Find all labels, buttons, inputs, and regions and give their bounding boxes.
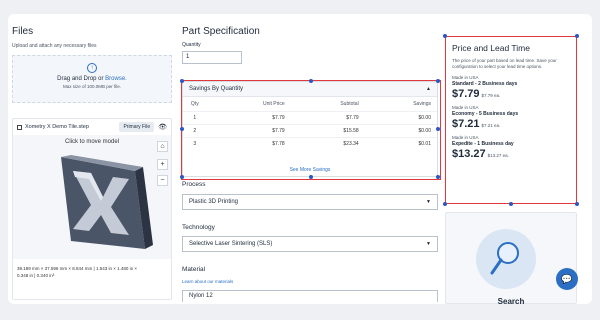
- files-subtitle: Upload and attach any necessary files: [12, 43, 97, 49]
- made-in-label: Made in USA: [452, 135, 479, 140]
- col-subtotal: Subtotal: [340, 100, 359, 107]
- magnifier-icon: [490, 242, 519, 275]
- made-in-label: Made in USA: [452, 105, 479, 110]
- selection-handle[interactable]: [443, 34, 447, 38]
- home-icon[interactable]: ⌂: [157, 141, 168, 152]
- browse-link[interactable]: Browse.: [105, 76, 127, 82]
- material-label: Material: [182, 266, 206, 273]
- savings-table: Qty Unit Price Subtotal Savings 1 $7.79 …: [183, 97, 437, 150]
- made-in-label: Made in USA: [452, 75, 479, 80]
- cell: 2: [183, 123, 207, 137]
- cell: $0.00: [364, 110, 437, 124]
- chevron-down-icon: ▼: [426, 199, 431, 205]
- technology-select[interactable]: Selective Laser Sintering (SLS) ▼: [182, 236, 438, 252]
- lead-option-expedite[interactable]: Made in USA Expedite - 1 Business day $1…: [452, 135, 570, 160]
- price-amount: $7.21: [452, 118, 480, 130]
- dims-line-1: 39.189 mm × 37.596 mm × 8.844 mm | 1.543…: [17, 266, 137, 271]
- technology-label: Technology: [182, 224, 215, 231]
- price-each: $7.21 ea.: [481, 123, 501, 128]
- price-title: Price and Lead Time: [452, 43, 530, 53]
- savings-dropdown[interactable]: Savings By Quantity ▲: [183, 82, 437, 97]
- cell: $7.79: [206, 123, 291, 137]
- chat-icon[interactable]: 💬: [556, 268, 578, 290]
- material-value: Nylon 12: [189, 293, 213, 299]
- upload-icon: ↑: [87, 63, 97, 73]
- max-size-text: Max size of 100.0MB per file.: [62, 84, 122, 89]
- cell: $7.79: [206, 110, 291, 124]
- price-each: $13.27 ea.: [487, 153, 509, 158]
- table-row: 1 $7.79 $7.79 $0.00: [183, 110, 437, 124]
- selection-handle[interactable]: [436, 175, 440, 179]
- dims-line-2: 0.348 in | 0.340 in³: [17, 273, 55, 278]
- lead-option-standard[interactable]: Made in USA Standard - 2 Business days $…: [452, 75, 570, 100]
- file-drop-zone[interactable]: ↑ Drag and Drop or Browse. Max size of 1…: [12, 55, 172, 103]
- part-spec-panel: Part Specification Quantity 1 Savings By…: [176, 26, 441, 306]
- viewer-hint: Click to move model: [64, 139, 120, 145]
- price-description: The price of your part based on lead tim…: [452, 58, 557, 69]
- chevron-down-icon: ▼: [426, 241, 431, 247]
- spec-title: Part Specification: [182, 26, 260, 37]
- cell: $7.79: [290, 110, 365, 124]
- selection-handle[interactable]: [436, 127, 440, 131]
- lead-option-economy[interactable]: Made in USA Economy - 5 Business days $7…: [452, 105, 570, 130]
- process-value: Plastic 3D Printing: [189, 199, 239, 205]
- search-card: Search: [445, 212, 577, 306]
- drop-text: Drag and Drop or: [57, 76, 104, 82]
- selection-handle[interactable]: [309, 79, 313, 83]
- process-label: Process: [182, 181, 206, 188]
- selection-handle[interactable]: [575, 34, 579, 38]
- file-card-header: Xometry X Demo Tile.step Primary File 👁: [13, 119, 171, 135]
- file-card: Xometry X Demo Tile.step Primary File 👁 …: [12, 118, 172, 300]
- material-select[interactable]: Nylon 12: [182, 290, 438, 302]
- model-viewer[interactable]: Click to move model ⌂ + −: [13, 135, 171, 259]
- price-each: $7.79 ea.: [481, 93, 501, 98]
- price-amount: $7.79: [452, 88, 480, 100]
- eye-icon[interactable]: 👁: [158, 123, 167, 131]
- quantity-label: Quantity: [182, 42, 201, 48]
- cell: $0.00: [364, 123, 437, 137]
- selection-handle[interactable]: [180, 175, 184, 179]
- selection-handle[interactable]: [180, 127, 184, 131]
- col-qty: Qty: [190, 100, 199, 107]
- learn-materials-link[interactable]: Learn about our materials: [182, 279, 233, 284]
- cell: $23.34: [290, 136, 365, 150]
- cell: $15.58: [290, 123, 365, 137]
- cell: 1: [183, 110, 207, 124]
- process-select[interactable]: Plastic 3D Printing ▼: [182, 194, 438, 210]
- model-preview: [61, 155, 153, 249]
- see-more-savings-link[interactable]: See More Savings: [183, 167, 437, 173]
- selection-handle[interactable]: [436, 79, 440, 83]
- cell: $0.01: [364, 136, 437, 150]
- table-row: 2 $7.79 $15.58 $0.00: [183, 123, 437, 137]
- col-savings: Savings: [413, 100, 431, 107]
- speed-label: Expedite - 1 Business day: [452, 141, 514, 147]
- price-amount: $13.27: [452, 148, 486, 160]
- selection-handle[interactable]: [509, 202, 513, 206]
- zoom-out-button[interactable]: −: [157, 175, 168, 186]
- cell: $7.78: [206, 136, 291, 150]
- speed-label: Standard - 2 Business days: [452, 81, 518, 87]
- zoom-in-button[interactable]: +: [157, 159, 168, 170]
- col-unit-price: Unit Price: [263, 100, 285, 107]
- search-card-label: Search: [497, 297, 525, 306]
- selection-handle[interactable]: [309, 175, 313, 179]
- savings-title: Savings By Quantity: [189, 86, 244, 92]
- quantity-input[interactable]: 1: [182, 51, 242, 64]
- selection-handle[interactable]: [575, 202, 579, 206]
- file-name: Xometry X Demo Tile.step: [25, 124, 89, 130]
- file-logo-icon: [17, 124, 22, 130]
- table-row: 3 $7.78 $23.34 $0.01: [183, 136, 437, 150]
- cell: 3: [183, 136, 207, 150]
- chevron-up-icon: ▲: [426, 86, 431, 92]
- dimensions-text: 39.189 mm × 37.596 mm × 8.844 mm | 1.543…: [17, 265, 167, 279]
- primary-file-button[interactable]: Primary File: [119, 122, 155, 132]
- price-panel: Price and Lead Time The price of your pa…: [445, 36, 577, 204]
- files-title: Files: [12, 26, 34, 37]
- selection-handle[interactable]: [443, 202, 447, 206]
- speed-label: Economy - 5 Business days: [452, 111, 519, 117]
- files-panel: Files Upload and attach any necessary fi…: [12, 26, 172, 103]
- selection-handle[interactable]: [180, 79, 184, 83]
- savings-panel: Savings By Quantity ▲ Qty Unit Price Sub…: [181, 80, 441, 180]
- technology-value: Selective Laser Sintering (SLS): [189, 241, 273, 247]
